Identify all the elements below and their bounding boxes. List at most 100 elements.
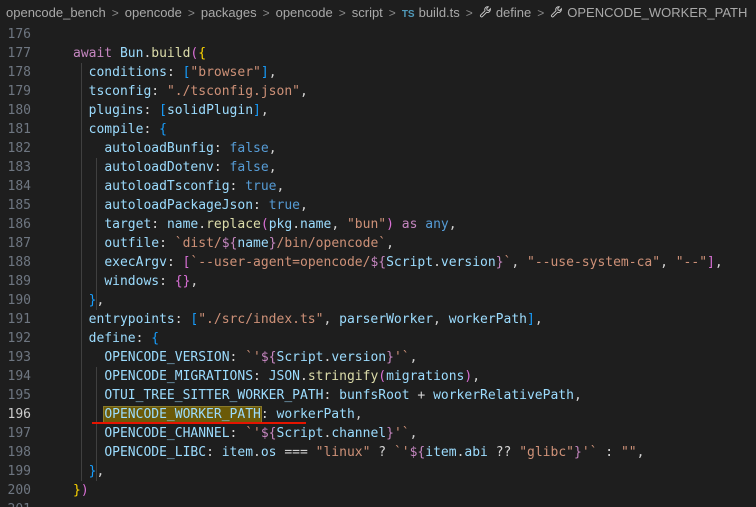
code-token: os: [260, 445, 277, 460]
code-line[interactable]: 199 },: [0, 462, 756, 481]
code-token: +: [409, 388, 434, 403]
code-text: OTUI_TREE_SITTER_WORKER_PATH: bunfsRoot …: [73, 386, 581, 405]
crumb-define[interactable]: define: [478, 5, 532, 20]
line-number: 196: [7, 407, 31, 422]
code-line[interactable]: 183 autoloadDotenv: false,: [0, 158, 756, 177]
code-line[interactable]: 191 entrypoints: ["./src/index.ts", pars…: [0, 310, 756, 329]
code-line[interactable]: 201: [0, 500, 756, 507]
indent-guide: [96, 367, 97, 481]
line-number: 194: [7, 369, 31, 384]
code-line[interactable]: 187 outfile: `dist/${name}/bin/opencode`…: [0, 234, 756, 253]
code-token: solidPlugin: [166, 103, 254, 118]
code-line[interactable]: 181 compile: {: [0, 120, 756, 139]
code-token: item: [425, 445, 457, 460]
breadcrumb-label: define: [495, 5, 532, 20]
code-token: :: [159, 274, 175, 289]
code-token: plugins: [88, 103, 144, 118]
code-token: name: [237, 236, 269, 251]
code-text: autoloadBunfig: false,: [73, 139, 277, 158]
code-line[interactable]: 179 tsconfig: "./tsconfig.json",: [0, 82, 756, 101]
code-token: ,: [96, 464, 105, 479]
code-line[interactable]: 200}): [0, 481, 756, 500]
code-line[interactable]: 189 windows: {},: [0, 272, 756, 291]
code-line[interactable]: 190 },: [0, 291, 756, 310]
code-line[interactable]: 195 OTUI_TREE_SITTER_WORKER_PATH: bunfsR…: [0, 386, 756, 405]
code-text: target: name.replace(pkg.name, "bun") as…: [73, 215, 456, 234]
code-token: ,: [276, 179, 285, 194]
breadcrumb-label: opencode_bench: [6, 5, 106, 20]
code-token: ,: [511, 255, 527, 270]
code-token: ,: [409, 350, 418, 365]
code-token: '`: [393, 426, 410, 441]
code-token: windows: [104, 274, 160, 289]
code-text: OPENCODE_LIBC: item.os === "linux" ? `'$…: [73, 443, 644, 462]
code-line[interactable]: 197 OPENCODE_CHANNEL: `'${Script.channel…: [0, 424, 756, 443]
code-text: autoloadTsconfig: true,: [73, 177, 284, 196]
code-token: "--": [675, 255, 708, 270]
breadcrumb: opencode_bench > opencode > packages > opencod…: [0, 0, 756, 25]
crumb-build-ts[interactable]: TS build.ts: [401, 5, 461, 20]
line-number: 184: [7, 179, 31, 194]
code-line[interactable]: 178 conditions: ["browser"],: [0, 63, 756, 82]
crumb-opencode-bench[interactable]: opencode_bench: [5, 5, 107, 20]
code-token: :: [213, 141, 230, 156]
code-token: autoloadBunfig: [104, 141, 214, 156]
code-line[interactable]: 186 target: name.replace(pkg.name, "bun"…: [0, 215, 756, 234]
crumb-packages[interactable]: packages: [200, 5, 258, 20]
code-token: ,: [534, 312, 543, 327]
code-line[interactable]: 198 OPENCODE_LIBC: item.os === "linux" ?…: [0, 443, 756, 462]
code-token: item: [221, 445, 254, 460]
code-line[interactable]: 180 plugins: [solidPlugin],: [0, 101, 756, 120]
code-token: ,: [409, 426, 418, 441]
code-token: JSON: [268, 369, 300, 384]
crumb-opencode-pkg[interactable]: opencode: [275, 5, 334, 20]
code-line[interactable]: 182 autoloadBunfig: false,: [0, 139, 756, 158]
code-text: define: {: [73, 329, 159, 348]
code-line[interactable]: 194 OPENCODE_MIGRATIONS: JSON.stringify(…: [0, 367, 756, 386]
code-token: .: [433, 255, 441, 270]
crumb-script[interactable]: script: [351, 5, 384, 20]
code-text: OPENCODE_CHANNEL: `'${Script.channel}'`,: [73, 424, 417, 443]
code-line[interactable]: 192 define: {: [0, 329, 756, 348]
code-line[interactable]: 176: [0, 25, 756, 44]
code-text: execArgv: [`--user-agent=opencode/${Scri…: [73, 253, 722, 272]
code-line[interactable]: 177 await Bun.build({: [0, 44, 756, 63]
line-number: 177: [7, 46, 31, 61]
code-token: [: [159, 103, 167, 118]
code-editor[interactable]: 176 177 await Bun.build({178 conditions: […: [0, 25, 756, 507]
code-line[interactable]: 185 autoloadPackageJson: true,: [0, 196, 756, 215]
code-token: ?: [370, 445, 394, 460]
code-line[interactable]: 193 OPENCODE_VERSION: `'${Script.version…: [0, 348, 756, 367]
code-token: :: [166, 255, 183, 270]
code-token: ${: [260, 350, 277, 365]
line-number: 179: [7, 84, 31, 99]
wrench-property-icon: [479, 6, 491, 18]
code-token: ,: [472, 369, 481, 384]
code-text: },: [73, 462, 105, 481]
code-text: OPENCODE_VERSION: `'${Script.version}'`,: [73, 348, 417, 367]
code-line[interactable]: 188 execArgv: [`--user-agent=opencode/${…: [0, 253, 756, 272]
code-token: `': [245, 426, 261, 441]
code-token: ,: [268, 141, 277, 156]
code-token: bunfsRoot: [339, 388, 410, 403]
line-number: 186: [7, 217, 31, 232]
code-token: ,: [660, 255, 676, 270]
code-line[interactable]: 184 autoloadTsconfig: true,: [0, 177, 756, 196]
crumb-opencode-worker-path[interactable]: OPENCODE_WORKER_PATH: [549, 5, 748, 20]
code-text: conditions: ["browser"],: [73, 63, 277, 82]
breadcrumb-label: packages: [200, 5, 257, 20]
crumb-opencode[interactable]: opencode: [124, 5, 183, 20]
highlighted-symbol: OPENCODE_WORKER_PATH: [103, 406, 262, 423]
line-number: 176: [7, 27, 31, 42]
code-token: "--use-system-ca": [527, 255, 661, 270]
code-token: :: [206, 445, 222, 460]
code-token: ,: [433, 312, 449, 327]
code-token: Script: [276, 426, 324, 441]
code-token: ,: [96, 293, 105, 308]
code-token: pkg: [268, 217, 293, 232]
code-text: await Bun.build({: [73, 44, 206, 63]
code-token: replace: [206, 217, 261, 232]
code-token: {: [159, 122, 167, 137]
